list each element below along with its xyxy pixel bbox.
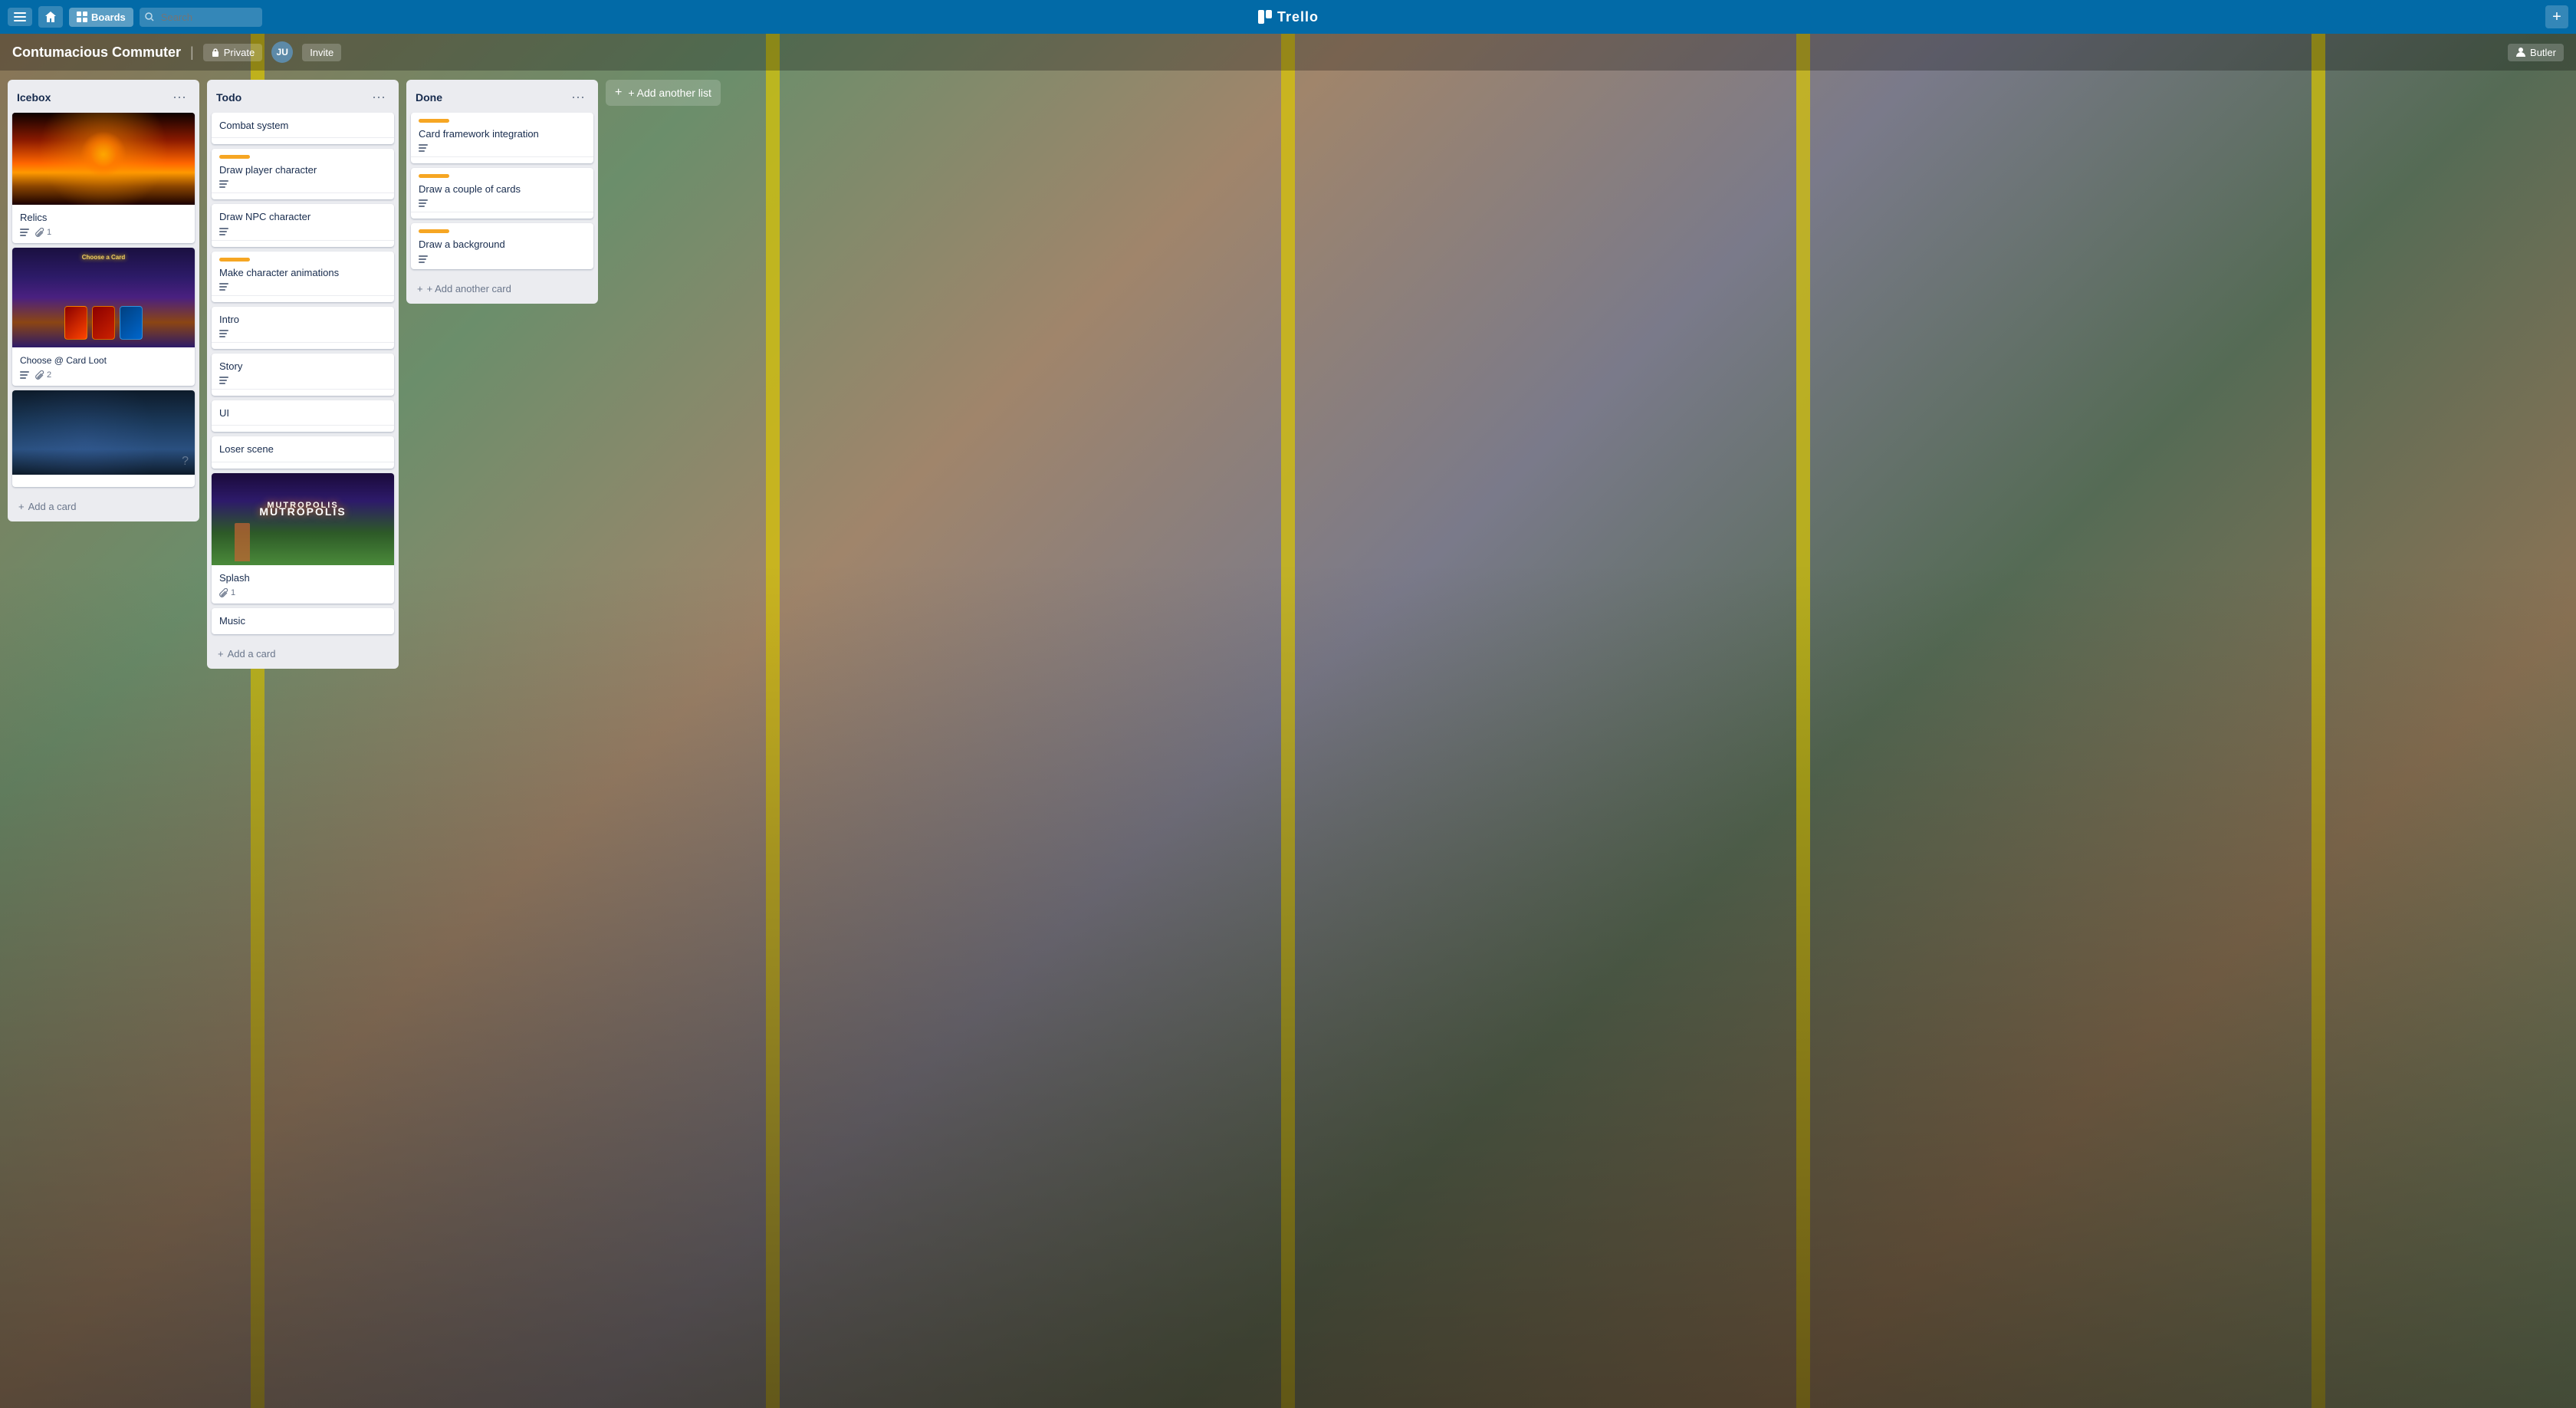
invite-button[interactable]: Invite	[302, 44, 341, 61]
card-meta-story	[219, 377, 386, 384]
list-icebox: Icebox ··· Relics 1	[8, 80, 199, 521]
list-title-todo: Todo	[216, 91, 242, 104]
add-another-list[interactable]: + + Add another list	[606, 80, 721, 106]
add-card-done[interactable]: + + Add another card	[411, 278, 593, 299]
card-map[interactable]: ?	[12, 390, 195, 487]
avatar-button[interactable]: JU	[271, 41, 293, 63]
list-menu-todo[interactable]: ···	[368, 87, 389, 107]
card-draw-background[interactable]: Draw a background	[411, 223, 593, 268]
card-draw-npc[interactable]: Draw NPC character	[212, 204, 394, 246]
card-title-draw-player: Draw player character	[219, 164, 317, 176]
card-meta-relics: 1	[20, 228, 187, 237]
card-title-animations: Make character animations	[219, 267, 339, 278]
card-title-draw-couple: Draw a couple of cards	[419, 183, 521, 195]
card-meta-draw-player	[219, 180, 386, 188]
list-title-done: Done	[416, 91, 442, 104]
add-list-label: + Add another list	[628, 87, 711, 99]
card-story[interactable]: Story	[212, 354, 394, 396]
list-menu-icebox[interactable]: ···	[169, 87, 190, 107]
card-meta-framework	[419, 144, 586, 152]
list-footer-icebox: + Add a card	[8, 492, 199, 521]
card-loser-scene[interactable]: Loser scene	[212, 436, 394, 468]
list-cards-done: Card framework integration Draw a couple…	[406, 113, 598, 274]
list-menu-done[interactable]: ···	[567, 87, 589, 107]
card-title-splash: Splash	[219, 572, 250, 584]
card-title-combat: Combat system	[219, 120, 288, 131]
card-title-story: Story	[219, 360, 242, 372]
boards-label: Boards	[91, 12, 126, 23]
card-meta-draw-bg	[419, 255, 586, 263]
visibility-label: Private	[224, 47, 255, 58]
list-title-icebox: Icebox	[17, 91, 51, 104]
visibility-button[interactable]: Private	[203, 44, 262, 61]
search-input[interactable]	[140, 8, 262, 27]
avatar-initials: JU	[277, 47, 288, 58]
card-title-draw-npc: Draw NPC character	[219, 211, 310, 222]
card-draw-couple[interactable]: Draw a couple of cards	[411, 168, 593, 219]
add-card-done-label: + Add another card	[427, 283, 511, 294]
list-header-done: Done ···	[406, 80, 598, 113]
card-label-draw-bg	[419, 229, 449, 233]
list-footer-done: + + Add another card	[406, 274, 598, 304]
top-nav: Boards Trello +	[0, 0, 2576, 34]
card-title-intro: Intro	[219, 314, 239, 325]
board-header: Contumacious Commuter | Private JU Invit…	[0, 34, 2576, 71]
card-title-relics: Relics	[20, 212, 47, 223]
list-cards-todo: Combat system Draw player character Draw…	[207, 113, 399, 639]
card-title-ui: UI	[219, 407, 229, 419]
list-cards-icebox: Relics 1	[8, 113, 199, 492]
card-title-framework: Card framework integration	[419, 128, 539, 140]
card-meta-draw-couple	[419, 199, 586, 207]
butler-button[interactable]: Butler	[2508, 44, 2564, 61]
card-relics[interactable]: Relics 1	[12, 113, 195, 243]
card-label-draw-player	[219, 155, 250, 159]
board-title: Contumacious Commuter	[12, 44, 181, 61]
card-meta-choose: 2	[20, 370, 187, 380]
card-framework[interactable]: Card framework integration	[411, 113, 593, 163]
card-title-draw-bg: Draw a background	[419, 239, 505, 250]
add-list-section: + + Add another list	[606, 80, 721, 106]
card-splash[interactable]: MUTROPOLIS Splash 1	[212, 473, 394, 604]
card-meta-animations	[219, 283, 386, 291]
home-button[interactable]	[38, 6, 63, 28]
add-card-icebox[interactable]: + Add a card	[12, 496, 195, 517]
card-meta-intro	[219, 330, 386, 337]
list-footer-todo: + Add a card	[207, 639, 399, 669]
nav-right: +	[2545, 5, 2568, 28]
add-button[interactable]: +	[2545, 5, 2568, 28]
list-todo: Todo ··· Combat system Draw player chara…	[207, 80, 399, 669]
card-draw-player[interactable]: Draw player character	[212, 149, 394, 199]
list-done: Done ··· Card framework integration Draw…	[406, 80, 598, 304]
card-music[interactable]: Music	[212, 608, 394, 634]
card-meta-splash: 1	[219, 588, 386, 597]
trello-logo: Trello	[1257, 9, 1319, 25]
card-character-animations[interactable]: Make character animations	[212, 252, 394, 302]
card-attach-choose: 2	[35, 370, 51, 380]
card-title-music: Music	[219, 615, 245, 627]
list-header-todo: Todo ···	[207, 80, 399, 113]
board-header-right: Butler	[2508, 44, 2564, 61]
boards-button[interactable]: Boards	[69, 8, 133, 27]
card-choose-card-loot[interactable]: Choose a Card Choose @ Card Loot 2	[12, 248, 195, 386]
card-title-choose: Choose @ Card Loot	[20, 355, 107, 366]
search-wrapper	[140, 8, 262, 27]
menu-button[interactable]	[8, 8, 32, 26]
card-title-loser: Loser scene	[219, 443, 274, 455]
card-desc-choose	[20, 371, 29, 379]
card-desc-relics	[20, 229, 29, 236]
card-meta-draw-npc	[219, 228, 386, 235]
card-combat-system[interactable]: Combat system	[212, 113, 394, 144]
list-header-icebox: Icebox ···	[8, 80, 199, 113]
card-label-draw-couple	[419, 174, 449, 178]
board-content: Icebox ··· Relics 1	[0, 71, 2576, 1408]
card-label-animations	[219, 258, 250, 262]
card-intro[interactable]: Intro	[212, 307, 394, 349]
add-card-todo[interactable]: + Add a card	[212, 643, 394, 664]
card-attach-relics: 1	[35, 228, 51, 237]
invite-label: Invite	[310, 47, 334, 58]
card-ui[interactable]: UI	[212, 400, 394, 432]
butler-label: Butler	[2530, 47, 2556, 58]
card-label-framework	[419, 119, 449, 123]
